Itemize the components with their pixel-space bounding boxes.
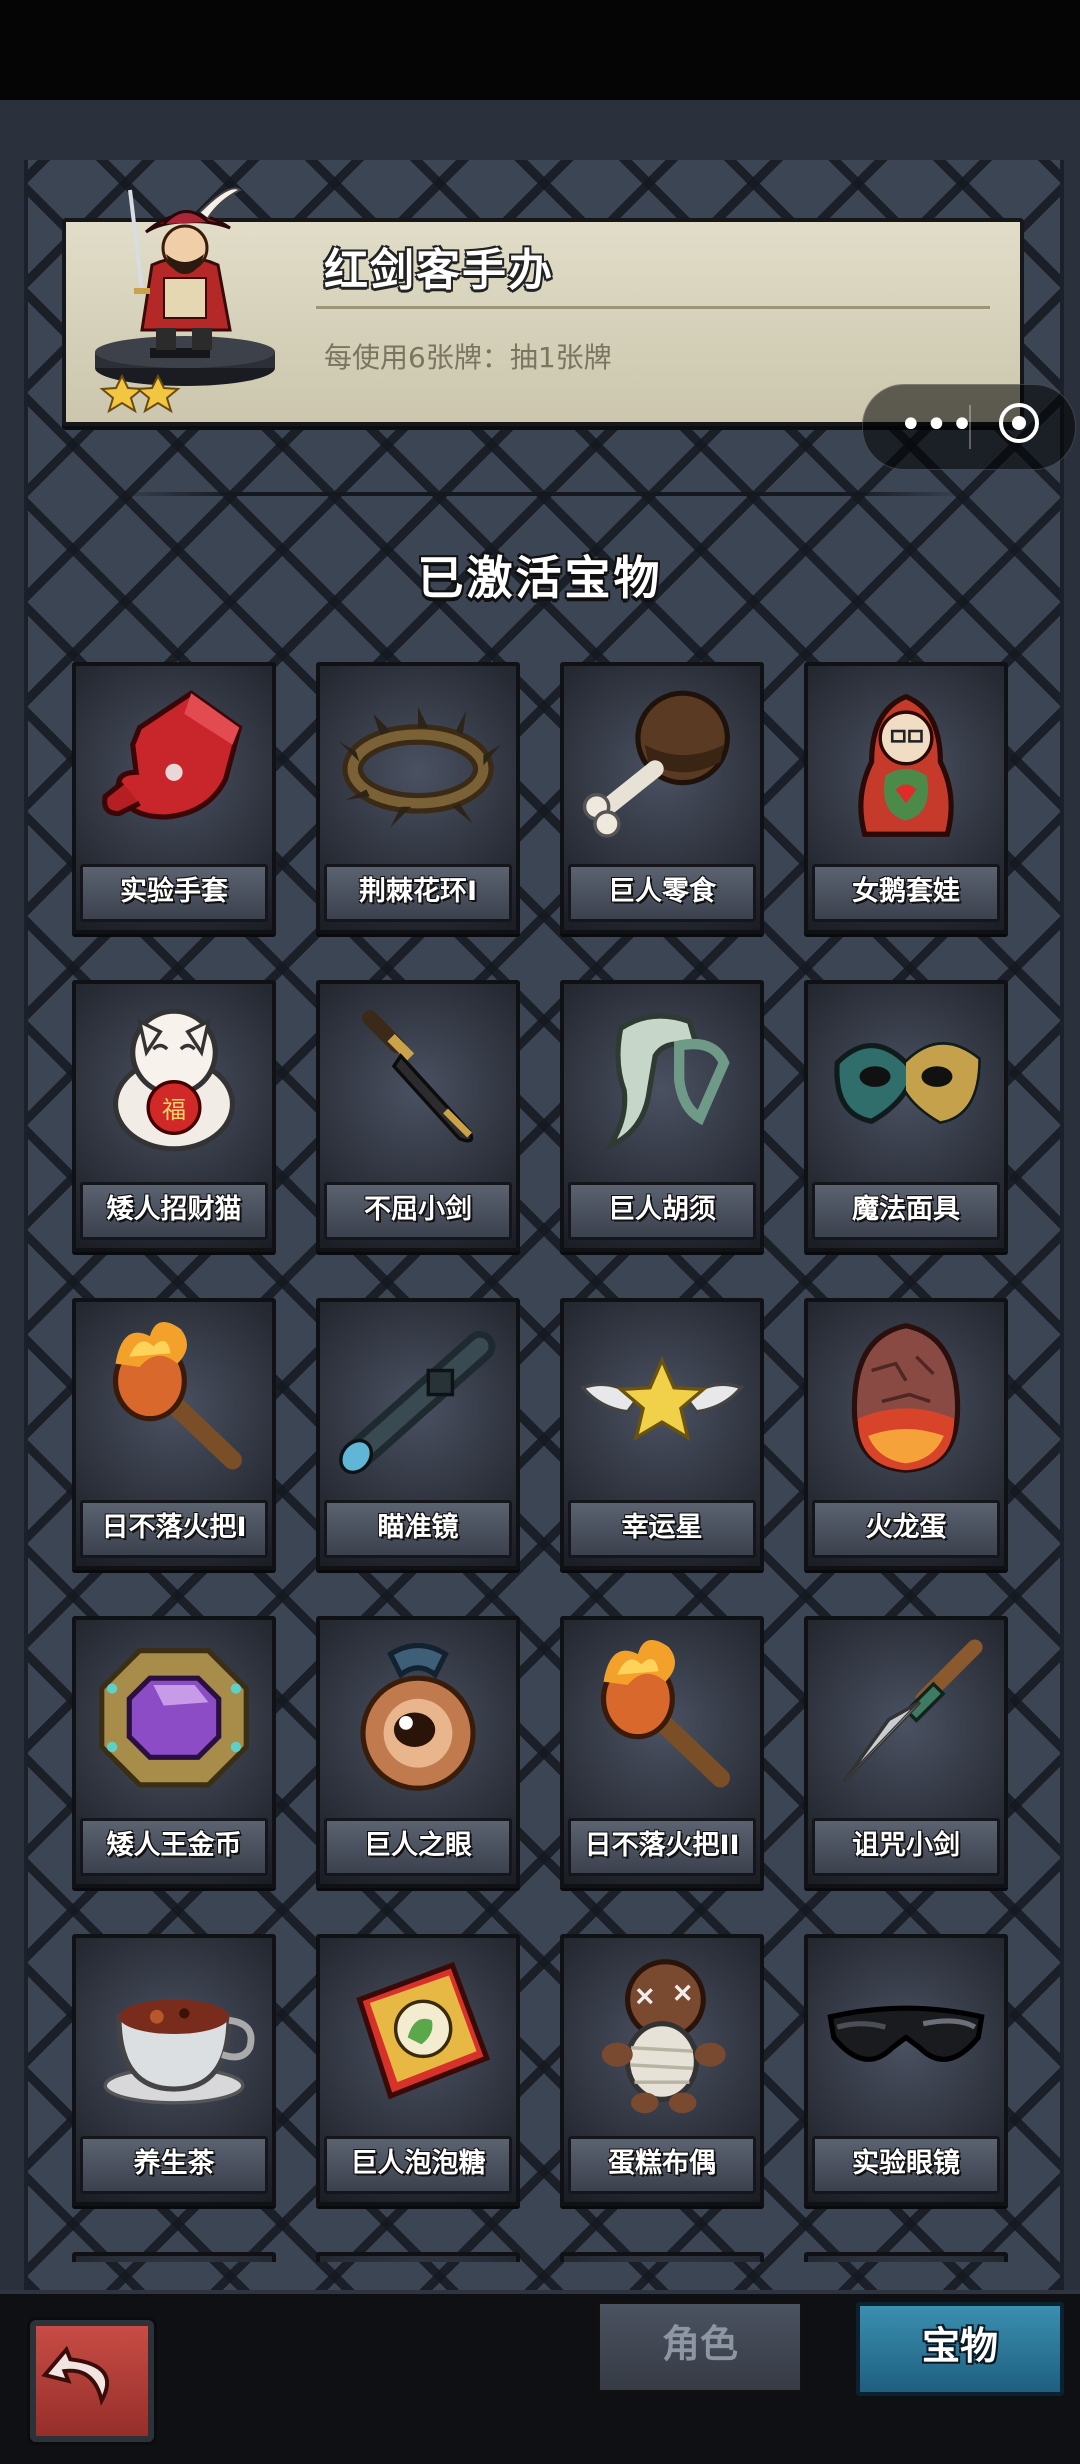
section-title: 已激活宝物 bbox=[417, 551, 663, 605]
treasure-card[interactable]: 女鹅套娃 bbox=[804, 662, 1008, 934]
treasure-card[interactable] bbox=[316, 2252, 520, 2262]
relic-description: 每使用6张牌：抽1张牌 bbox=[324, 341, 612, 374]
treasure-card[interactable]: 蛋糕布偶 bbox=[560, 1934, 764, 2206]
lucky-cat-icon: 福 bbox=[112, 1008, 236, 1152]
scope-icon bbox=[339, 1330, 496, 1475]
treasure-card[interactable]: 矮人王金币 bbox=[72, 1616, 276, 1888]
return-arrow-icon bbox=[41, 2345, 109, 2406]
svg-text:福: 福 bbox=[162, 1096, 186, 1124]
target-close-icon[interactable] bbox=[999, 403, 1039, 443]
tab-role[interactable]: 角色 bbox=[596, 2300, 804, 2394]
treasure-card[interactable] bbox=[560, 2252, 764, 2262]
treasure-card[interactable]: 魔法面具 bbox=[804, 980, 1008, 1252]
treasure-card[interactable]: 巨人泡泡糖 bbox=[316, 1934, 520, 2206]
red-glove-icon bbox=[102, 690, 243, 820]
treasure-card[interactable]: 养生茶 bbox=[72, 1934, 276, 2206]
item-label: 养生茶 bbox=[80, 2136, 268, 2194]
item-label: 实验手套 bbox=[80, 864, 268, 922]
item-label: 蛋糕布偶 bbox=[568, 2136, 756, 2194]
item-label: 火龙蛋 bbox=[812, 1500, 1000, 1558]
section-divider bbox=[110, 492, 970, 496]
masquerade-mask-icon bbox=[834, 1042, 981, 1124]
torch-icon bbox=[112, 1322, 242, 1470]
winged-star-icon bbox=[580, 1355, 744, 1442]
back-button[interactable] bbox=[30, 2320, 154, 2442]
bubble-gum-icon bbox=[356, 1961, 491, 2100]
voodoo-doll-icon bbox=[601, 1959, 726, 2114]
treasure-card[interactable]: 不屈小剑 bbox=[316, 980, 520, 1252]
matryoshka-doll-icon bbox=[858, 693, 954, 837]
treasure-card[interactable]: 巨人零食 bbox=[560, 662, 764, 934]
capsule-separator bbox=[969, 405, 971, 449]
treasure-card[interactable]: 巨人之眼 bbox=[316, 1616, 520, 1888]
treasure-card[interactable]: 日不落火把II bbox=[560, 1616, 764, 1888]
treasure-card[interactable]: 巨人胡须 bbox=[560, 980, 764, 1252]
item-label: 日不落火把II bbox=[568, 1818, 756, 1876]
item-label: 诅咒小剑 bbox=[812, 1818, 1000, 1876]
treasure-card[interactable]: 实验眼镜 bbox=[804, 1934, 1008, 2206]
item-label: 巨人之眼 bbox=[324, 1818, 512, 1876]
treasure-card[interactable]: 实验手套 bbox=[72, 662, 276, 934]
dragon-egg-icon bbox=[851, 1323, 961, 1473]
treasure-grid: 实验手套 荆棘花环I 巨人零食 女鹅套娃 福 矮人招财猫 不屈小剑 巨人胡须 魔… bbox=[72, 662, 1008, 2262]
tab-treasure[interactable]: 宝物 bbox=[856, 2302, 1064, 2396]
item-label: 实验眼镜 bbox=[812, 2136, 1000, 2194]
treasure-card[interactable]: 日不落火把I bbox=[72, 1298, 276, 1570]
treasure-card[interactable]: 诅咒小剑 bbox=[804, 1616, 1008, 1888]
status-bar bbox=[0, 0, 1080, 100]
treasure-card[interactable] bbox=[72, 2252, 276, 2262]
treasure-card[interactable]: 瞄准镜 bbox=[316, 1298, 520, 1570]
treasure-card[interactable]: 幸运星 bbox=[560, 1298, 764, 1570]
item-label: 日不落火把I bbox=[80, 1500, 268, 1558]
treasure-card[interactable] bbox=[804, 2252, 1008, 2262]
beard-icon bbox=[603, 1013, 730, 1152]
red-swordsman-figurine-icon bbox=[95, 187, 275, 414]
treasure-card[interactable]: 福 矮人招财猫 bbox=[72, 980, 276, 1252]
bone-snack-icon bbox=[582, 690, 730, 838]
item-label: 魔法面具 bbox=[812, 1182, 1000, 1240]
item-label: 女鹅套娃 bbox=[812, 864, 1000, 922]
gold-coin-gem-icon bbox=[99, 1648, 249, 1788]
tea-cup-icon bbox=[103, 1999, 255, 2105]
item-label: 荆棘花环I bbox=[324, 864, 512, 922]
eye-amulet-icon bbox=[360, 1642, 476, 1791]
dagger-icon bbox=[362, 1010, 474, 1143]
relic-name: 红剑客手办 bbox=[324, 245, 554, 296]
banner-divider bbox=[316, 306, 990, 309]
mini-program-capsule: ••• bbox=[862, 384, 1076, 470]
sunglasses-icon bbox=[827, 2005, 985, 2062]
item-label: 巨人胡须 bbox=[568, 1182, 756, 1240]
treasure-card[interactable]: 火龙蛋 bbox=[804, 1298, 1008, 1570]
cursed-dagger-icon bbox=[842, 1639, 983, 1783]
item-label: 不屈小剑 bbox=[324, 1182, 512, 1240]
item-label: 瞄准镜 bbox=[324, 1500, 512, 1558]
item-label: 矮人王金币 bbox=[80, 1818, 268, 1876]
item-label: 巨人零食 bbox=[568, 864, 756, 922]
item-label: 巨人泡泡糖 bbox=[324, 2136, 512, 2194]
treasure-card[interactable]: 荆棘花环I bbox=[316, 662, 520, 934]
item-label: 矮人招财猫 bbox=[80, 1182, 268, 1240]
more-dots-icon[interactable]: ••• bbox=[899, 403, 976, 447]
torch-icon bbox=[600, 1640, 730, 1788]
item-label: 幸运星 bbox=[568, 1500, 756, 1558]
thorn-wreath-icon bbox=[338, 706, 501, 828]
